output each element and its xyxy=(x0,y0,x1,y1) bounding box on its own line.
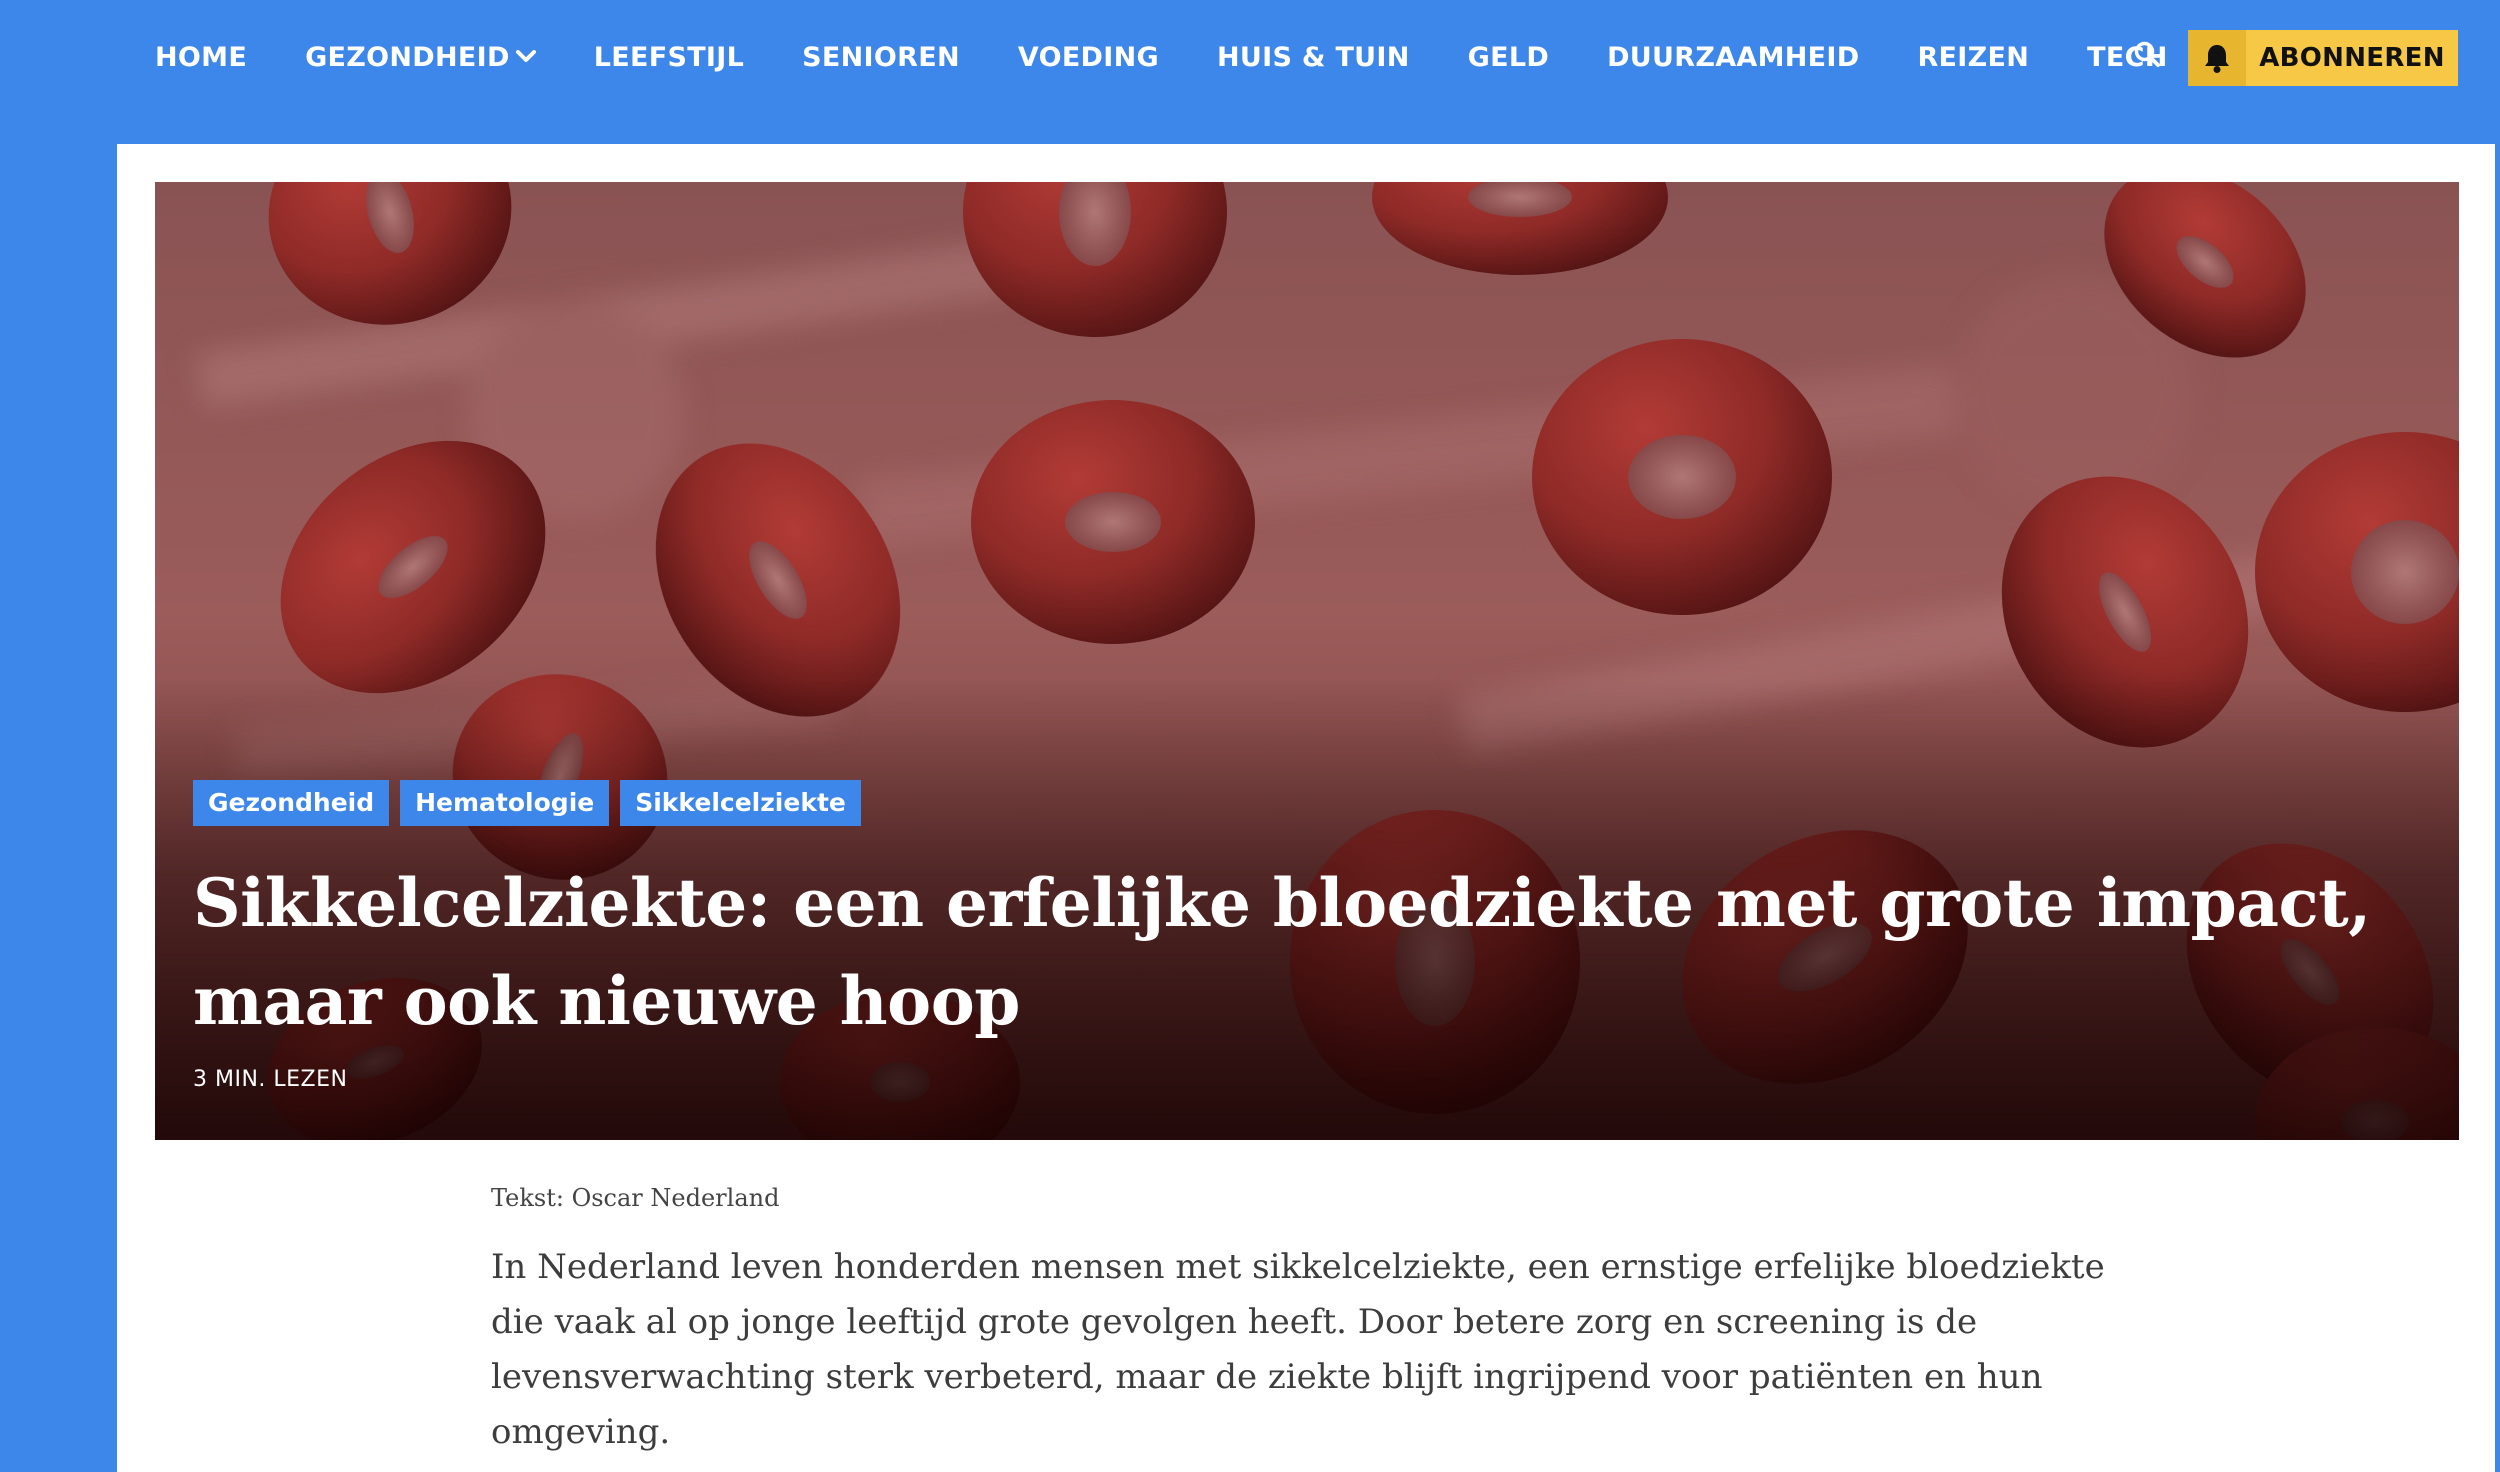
nav-item-reizen[interactable]: REIZEN xyxy=(1917,42,2029,73)
article-intro: In Nederland leven honderden mensen met … xyxy=(491,1247,2105,1452)
nav-item-label: GELD xyxy=(1467,41,1550,73)
nav-item-label: REIZEN xyxy=(1917,41,2030,73)
nav-item-senioren[interactable]: SENIOREN xyxy=(802,42,960,73)
nav-item-voeding[interactable]: VOEDING xyxy=(1018,42,1159,73)
nav-item-label: DUURZAAMHEID xyxy=(1607,41,1860,73)
nav-item-label: HUIS & TUIN xyxy=(1216,41,1410,73)
tag-hematologie[interactable]: Hematologie xyxy=(400,780,610,826)
nav-item-duurzaamheid[interactable]: DUURZAAMHEID xyxy=(1607,42,1859,73)
nav-item-geld[interactable]: GELD xyxy=(1468,42,1549,73)
nav-item-label: GEZONDHEID xyxy=(305,41,510,73)
tag-list: Gezondheid Hematologie Sikkelcelziekte xyxy=(193,780,861,826)
nav-item-label: LEEFSTIJL xyxy=(593,41,745,73)
nav-item-label: VOEDING xyxy=(1017,41,1159,73)
subscribe-label: ABONNEREN xyxy=(2259,43,2445,73)
article-card: Gezondheid Hematologie Sikkelcelziekte S… xyxy=(117,144,2495,1472)
main-menu: HOME GEZONDHEID LEEFSTIJL SENIOREN VOEDI… xyxy=(155,0,2168,114)
nav-item-label: HOME xyxy=(155,41,248,73)
bell-icon xyxy=(2188,30,2246,86)
tag-sikkelcelziekte[interactable]: Sikkelcelziekte xyxy=(620,780,861,826)
subscribe-button[interactable]: ABONNEREN xyxy=(2188,30,2458,86)
nav-item-label: SENIOREN xyxy=(802,41,960,73)
read-time: 3 MIN. LEZEN xyxy=(193,1067,348,1092)
nav-item-huis-tuin[interactable]: HUIS & TUIN xyxy=(1217,42,1410,73)
nav-item-home[interactable]: HOME xyxy=(155,42,247,73)
chevron-down-icon xyxy=(515,50,536,64)
nav-item-leefstijl[interactable]: LEEFSTIJL xyxy=(594,42,744,73)
nav-item-gezondheid[interactable]: GEZONDHEID xyxy=(305,42,536,73)
top-navigation: HOME GEZONDHEID LEEFSTIJL SENIOREN VOEDI… xyxy=(0,0,2500,144)
search-button[interactable] xyxy=(2131,40,2163,72)
hero: Gezondheid Hematologie Sikkelcelziekte S… xyxy=(155,182,2459,1140)
byline: Tekst: Oscar Nederland xyxy=(491,1184,780,1212)
search-icon xyxy=(2133,40,2161,72)
tag-gezondheid[interactable]: Gezondheid xyxy=(193,780,390,826)
article-title: Sikkelcelziekte: een erfelijke bloedziek… xyxy=(193,864,2371,1040)
